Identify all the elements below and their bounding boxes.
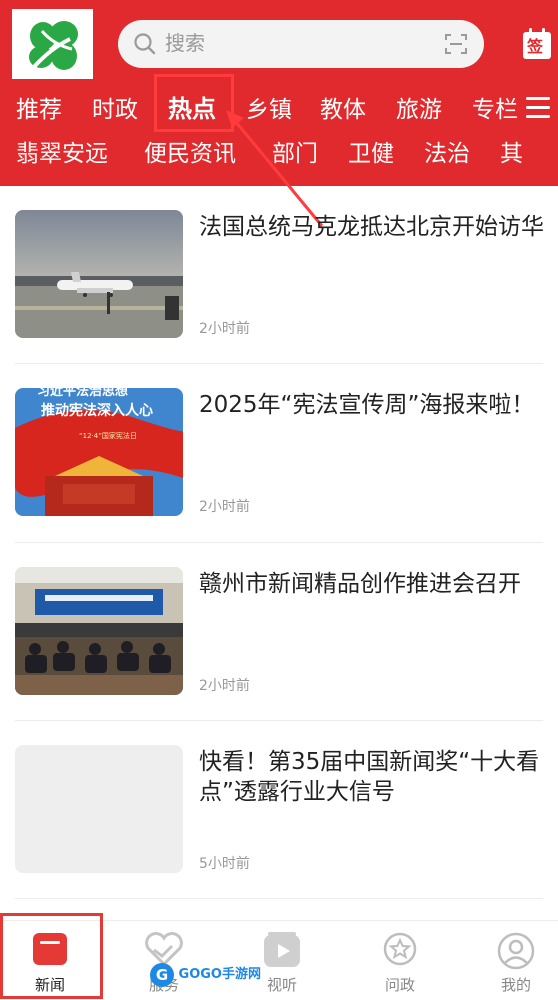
bottom-tab-video[interactable]: 视听 xyxy=(232,921,332,1000)
sign-label: 签 xyxy=(527,37,544,56)
tab-departments[interactable]: 部门 xyxy=(272,139,318,169)
search-icon xyxy=(133,32,157,60)
news-thumbnail-airplane xyxy=(15,210,183,338)
highlight-box-hot-tab xyxy=(154,74,234,132)
news-thumbnail-poster: 习近平法治思想 推动宪法深入人心 “12·4”国家宪法日 xyxy=(15,388,183,516)
news-title[interactable]: 快看！第35届中国新闻奖“十大看点”透露行业大信号 xyxy=(199,747,544,807)
poster-line-3: “12·4”国家宪法日 xyxy=(79,432,137,440)
tab-public-info[interactable]: 便民资讯 xyxy=(144,139,236,169)
profile-icon xyxy=(497,932,535,974)
divider xyxy=(15,542,543,543)
top-header: 搜索 签 推荐 时政 热点 乡镇 教体 旅游 专栏 翡翠安远 便民资讯 部门 卫… xyxy=(0,0,558,186)
divider xyxy=(15,363,543,364)
bottom-tab-wenzheng[interactable]: 问政 xyxy=(350,921,450,1000)
menu-icon[interactable] xyxy=(526,97,550,119)
tab-tourism[interactable]: 旅游 xyxy=(396,95,442,125)
news-time: 5小时前 xyxy=(199,856,250,872)
divider xyxy=(15,898,543,899)
highlight-box-news-tab xyxy=(0,913,103,999)
watermark-g-icon: G xyxy=(150,963,174,987)
tab-recommend[interactable]: 推荐 xyxy=(16,95,62,125)
bottom-tab-profile[interactable]: 我的 xyxy=(466,921,558,1000)
tab-feicui-anyuan[interactable]: 翡翠安远 xyxy=(16,139,108,169)
tab-law[interactable]: 法治 xyxy=(424,139,470,169)
news-thumbnail-placeholder xyxy=(15,745,183,873)
clover-logo-icon xyxy=(29,21,78,70)
watermark-logo: G GOGO手游网 xyxy=(150,962,261,988)
news-time: 2小时前 xyxy=(199,678,250,694)
news-item[interactable]: 法国总统马克龙抵达北京开始访华 2小时前 xyxy=(0,196,558,374)
star-icon xyxy=(383,932,417,970)
tab-education[interactable]: 教体 xyxy=(320,95,366,125)
tab-other[interactable]: 其 xyxy=(500,139,523,169)
bottom-tab-service[interactable]: 服务 xyxy=(114,921,214,1000)
tab-politics[interactable]: 时政 xyxy=(92,95,138,125)
news-item[interactable]: 快看！第35届中国新闻奖“十大看点”透露行业大信号 5小时前 xyxy=(0,731,558,909)
news-time: 2小时前 xyxy=(199,321,250,337)
watermark-text: GOGO手游网 xyxy=(178,967,261,982)
bottom-tab-label: 我的 xyxy=(500,976,531,994)
video-icon xyxy=(263,932,301,972)
news-item[interactable]: 习近平法治思想 推动宪法深入人心 “12·4”国家宪法日 2025年“宪法宣传周… xyxy=(0,374,558,552)
bottom-tab-label: 问政 xyxy=(384,976,415,994)
tab-towns[interactable]: 乡镇 xyxy=(246,95,292,125)
tab-health[interactable]: 卫健 xyxy=(348,139,394,169)
poster-line-2: 推动宪法深入人心 xyxy=(41,403,153,419)
news-item[interactable]: 赣州市新闻精品创作推进会召开 2小时前 xyxy=(0,553,558,731)
app-logo[interactable] xyxy=(12,9,93,79)
news-thumbnail-meeting xyxy=(15,567,183,695)
search-placeholder: 搜索 xyxy=(165,31,205,55)
divider xyxy=(15,720,543,721)
news-title[interactable]: 赣州市新闻精品创作推进会召开 xyxy=(199,569,544,599)
news-title[interactable]: 法国总统马克龙抵达北京开始访华 xyxy=(199,212,544,242)
news-title[interactable]: 2025年“宪法宣传周”海报来啦！ xyxy=(199,390,544,420)
tab-column[interactable]: 专栏 xyxy=(472,95,520,125)
search-bar[interactable]: 搜索 xyxy=(118,20,484,68)
news-time: 2小时前 xyxy=(199,499,250,515)
sign-in-button[interactable]: 签 xyxy=(522,28,552,60)
scan-icon[interactable] xyxy=(444,33,468,59)
poster-line-1: 习近平法治思想 xyxy=(37,388,129,399)
